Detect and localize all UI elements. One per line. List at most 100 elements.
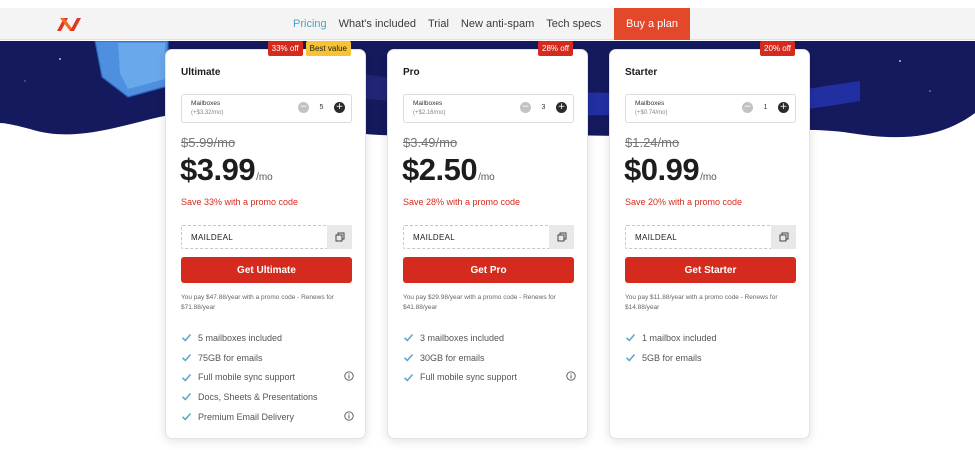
price-period: /mo bbox=[700, 172, 717, 183]
mailbox-price-note: (+$3.32/mo) bbox=[191, 110, 224, 116]
nav-link-whats-included[interactable]: What's included bbox=[339, 18, 416, 30]
mailbox-stepper: − 1 + bbox=[742, 102, 789, 113]
feature-text: 3 mailboxes included bbox=[420, 332, 505, 343]
save-note: Save 33% with a promo code bbox=[181, 197, 299, 207]
mailbox-price-note: (+$2.16/mo) bbox=[413, 110, 446, 116]
price: $0.99 bbox=[624, 152, 700, 187]
mailbox-count[interactable]: 5 bbox=[309, 104, 334, 111]
feature-item: Full mobile sync support bbox=[181, 367, 354, 387]
feature-item: 5GB for emails bbox=[625, 348, 798, 368]
copy-button[interactable] bbox=[327, 225, 352, 249]
mailbox-count[interactable]: 3 bbox=[531, 104, 556, 111]
feature-list: 3 mailboxes included 30GB for emails Ful… bbox=[403, 328, 576, 387]
feature-item: Full mobile sync support bbox=[403, 367, 576, 387]
feature-text: 30GB for emails bbox=[420, 352, 485, 363]
plus-icon[interactable]: + bbox=[556, 102, 567, 113]
plan-name: Pro bbox=[403, 67, 420, 78]
copy-icon bbox=[335, 232, 344, 242]
feature-text: Docs, Sheets & Presentations bbox=[198, 391, 318, 402]
discount-badge: 20% off bbox=[760, 41, 795, 56]
promo-code-box: MAILDEAL bbox=[625, 225, 796, 249]
plan-name: Starter bbox=[625, 67, 658, 78]
feature-item: 30GB for emails bbox=[403, 348, 576, 368]
old-price: $1.24/mo bbox=[625, 135, 680, 150]
info-icon[interactable] bbox=[344, 411, 354, 421]
best-value-badge: Best value bbox=[305, 41, 351, 56]
mailbox-selector: Mailboxes (+$0.74/mo) − 1 + bbox=[625, 94, 796, 123]
price-row: $3.99 /mo bbox=[180, 152, 273, 188]
check-icon bbox=[403, 334, 414, 343]
pay-note: You pay $47.88/year with a promo code - … bbox=[181, 294, 334, 311]
check-icon bbox=[181, 373, 192, 382]
check-icon bbox=[181, 413, 192, 421]
price: $3.99 bbox=[180, 152, 256, 187]
nav-link-pricing[interactable]: Pricing bbox=[293, 18, 327, 30]
mailbox-label: Mailboxes bbox=[191, 100, 221, 107]
nav-links: Pricing What's included Trial New anti-s… bbox=[293, 8, 613, 40]
info-icon[interactable] bbox=[344, 371, 354, 382]
check-icon bbox=[625, 354, 636, 362]
promo-code-box: MAILDEAL bbox=[403, 225, 574, 249]
feature-list: 5 mailboxes included 75GB for emails Ful… bbox=[181, 328, 354, 426]
check-icon bbox=[181, 334, 192, 343]
mailbox-label: Mailboxes bbox=[413, 100, 443, 107]
mailbox-label: Mailboxes bbox=[635, 100, 665, 107]
promo-code[interactable]: MAILDEAL bbox=[635, 233, 677, 242]
feature-item: 3 mailboxes included bbox=[403, 328, 576, 348]
feature-item: 75GB for emails bbox=[181, 348, 354, 368]
badges: 20% off bbox=[757, 41, 795, 56]
buy-plan-button[interactable]: Buy a plan bbox=[614, 8, 690, 40]
promo-code[interactable]: MAILDEAL bbox=[191, 233, 233, 242]
feature-item: 5 mailboxes included bbox=[181, 328, 354, 348]
feature-item: 1 mailbox included bbox=[625, 328, 798, 348]
check-icon bbox=[403, 354, 414, 362]
price-period: /mo bbox=[478, 172, 495, 183]
mailbox-count[interactable]: 1 bbox=[753, 104, 778, 111]
feature-text: 1 mailbox included bbox=[642, 332, 717, 343]
minus-icon[interactable]: − bbox=[520, 102, 531, 113]
pricing-page: Pricing What's included Trial New anti-s… bbox=[0, 0, 975, 450]
check-icon bbox=[181, 354, 192, 362]
minus-icon[interactable]: − bbox=[742, 102, 753, 113]
copy-button[interactable] bbox=[549, 225, 574, 249]
promo-code[interactable]: MAILDEAL bbox=[413, 233, 455, 242]
badges: 33% off Best value bbox=[265, 41, 351, 56]
old-price: $3.49/mo bbox=[403, 135, 458, 150]
feature-item: Docs, Sheets & Presentations bbox=[181, 387, 354, 407]
feature-text: Premium Email Delivery bbox=[198, 411, 295, 422]
nav-link-tech-specs[interactable]: Tech specs bbox=[546, 18, 601, 30]
discount-badge: 28% off bbox=[538, 41, 573, 56]
pay-note: You pay $11.88/year with a promo code - … bbox=[625, 294, 778, 311]
price: $2.50 bbox=[402, 152, 478, 187]
price-row: $2.50 /mo bbox=[402, 152, 495, 188]
price-row: $0.99 /mo bbox=[624, 152, 717, 188]
pay-note: You pay $29.98/year with a promo code - … bbox=[403, 294, 556, 311]
promo-code-box: MAILDEAL bbox=[181, 225, 352, 249]
top-strip bbox=[0, 0, 975, 8]
feature-text: Full mobile sync support bbox=[420, 372, 518, 383]
plan-card-ultimate: 33% off Best value Ultimate Mailboxes (+… bbox=[165, 41, 366, 439]
get-starter-button[interactable]: Get Starter bbox=[625, 257, 796, 283]
get-ultimate-button[interactable]: Get Ultimate bbox=[181, 257, 352, 283]
nav-link-anti-spam[interactable]: New anti-spam bbox=[461, 18, 534, 30]
save-note: Save 28% with a promo code bbox=[403, 197, 521, 207]
plus-icon[interactable]: + bbox=[334, 102, 345, 113]
feature-text: 75GB for emails bbox=[198, 352, 263, 363]
save-note: Save 20% with a promo code bbox=[625, 197, 743, 207]
check-icon bbox=[181, 393, 192, 402]
plan-card-starter: 20% off Starter Mailboxes (+$0.74/mo) − … bbox=[609, 41, 810, 439]
check-icon bbox=[625, 334, 636, 343]
copy-icon bbox=[779, 232, 788, 242]
get-pro-button[interactable]: Get Pro bbox=[403, 257, 574, 283]
mailbox-price-note: (+$0.74/mo) bbox=[635, 110, 668, 116]
nav-link-trial[interactable]: Trial bbox=[428, 18, 449, 30]
copy-button[interactable] bbox=[771, 225, 796, 249]
nav-bar: Pricing What's included Trial New anti-s… bbox=[0, 8, 975, 40]
namecheap-logo[interactable] bbox=[55, 14, 83, 34]
mailbox-stepper: − 5 + bbox=[298, 102, 345, 113]
minus-icon[interactable]: − bbox=[298, 102, 309, 113]
feature-list: 1 mailbox included 5GB for emails bbox=[625, 328, 798, 367]
info-icon[interactable] bbox=[566, 371, 576, 382]
plus-icon[interactable]: + bbox=[778, 102, 789, 113]
mailbox-selector: Mailboxes (+$3.32/mo) − 5 + bbox=[181, 94, 352, 123]
